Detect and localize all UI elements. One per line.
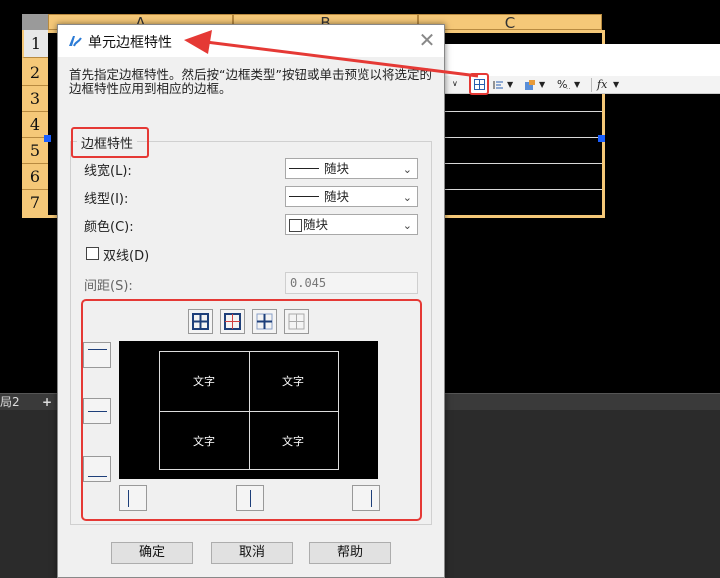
annotation-arrow: [184, 30, 479, 78]
